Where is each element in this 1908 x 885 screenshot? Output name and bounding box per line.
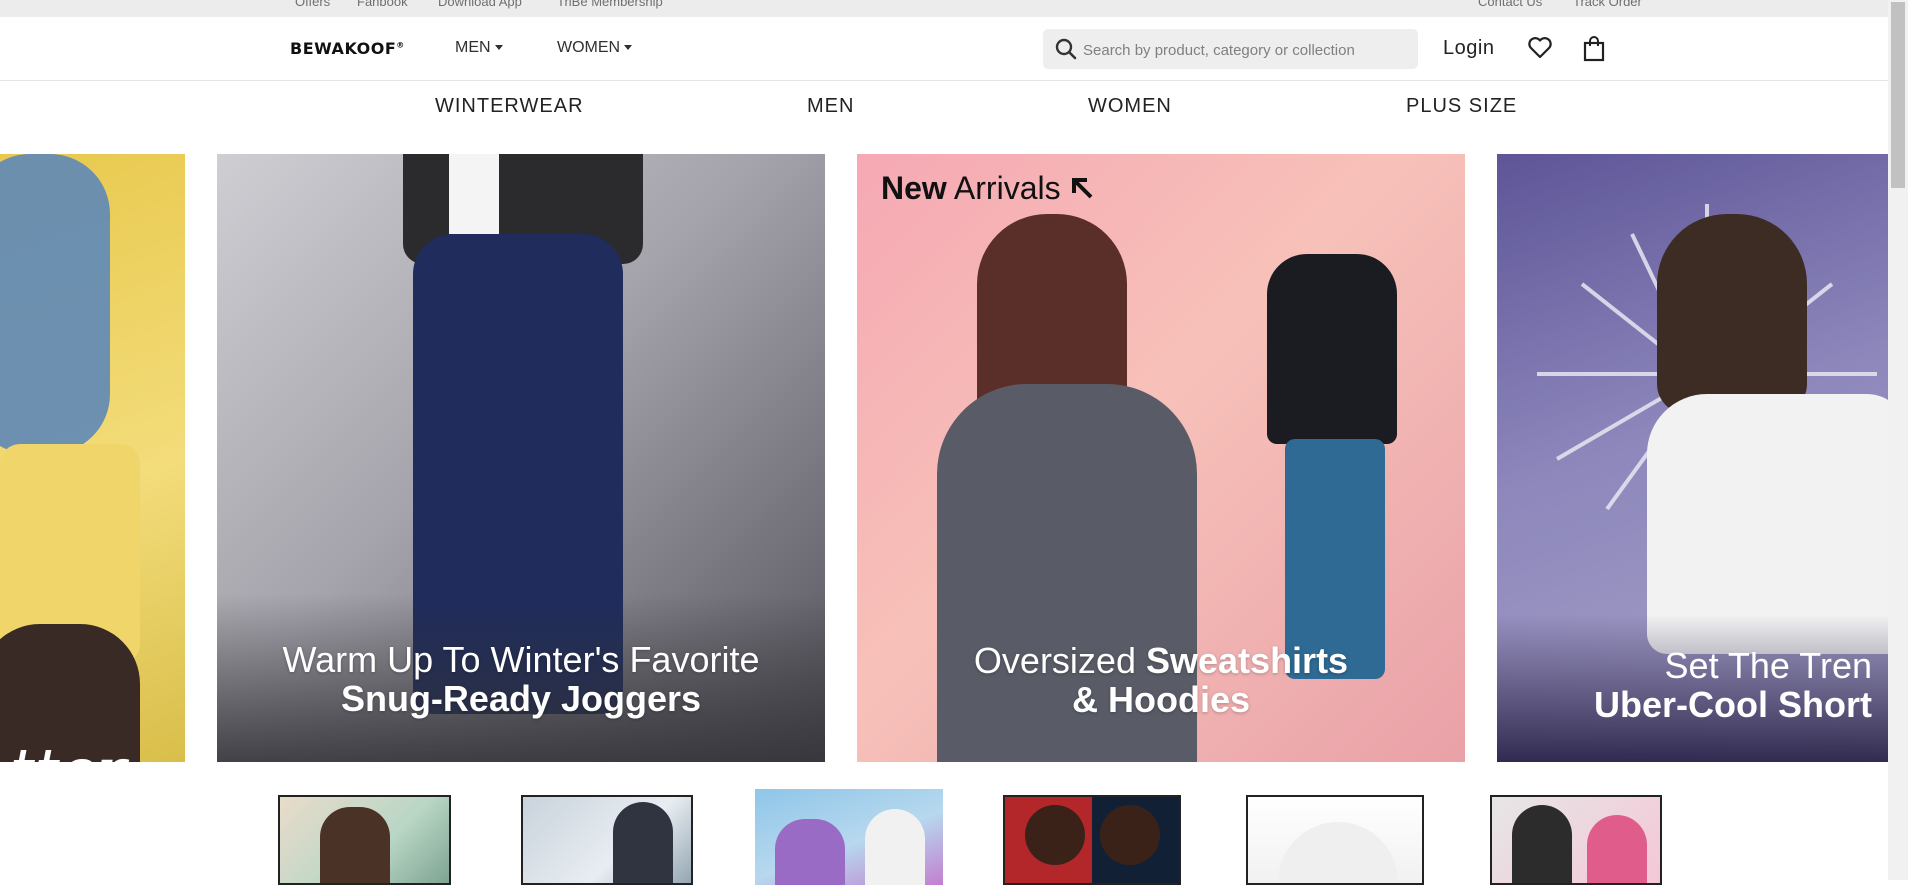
category-winterwear[interactable]: WINTERWEAR (435, 95, 584, 118)
contact-us-link[interactable]: Contact Us (1478, 0, 1542, 9)
banner-caption-line1-plain: Oversized (973, 640, 1136, 681)
thumbnail-image (1512, 805, 1572, 883)
banner-joggers[interactable]: Warm Up To Winter's Favorite Snug-Ready … (217, 154, 825, 762)
banner-caption: Oversized Sweatshirts & Hoodies (857, 641, 1465, 719)
login-button[interactable]: Login (1443, 37, 1494, 60)
search-box (1043, 29, 1418, 71)
banner-caption-line1: Oversized Sweatshirts (857, 641, 1465, 680)
category-thumbnail[interactable] (1490, 795, 1662, 885)
banner-caption-line1-strong: Sweatshirts (1146, 640, 1349, 681)
category-thumbnail[interactable] (521, 795, 693, 885)
banner-caption-script: tter (10, 734, 126, 762)
new-arrivals-tag: New Arrivals (881, 170, 1095, 207)
men-menu-label: MEN (455, 39, 491, 56)
thumbnail-image (1100, 805, 1160, 865)
women-menu-label: WOMEN (557, 39, 621, 56)
new-arrivals-tag-new: New (881, 170, 947, 206)
banner-new-arrivals[interactable]: New Arrivals Oversized Sweatshirts & Hoo… (857, 154, 1465, 762)
download-app-link[interactable]: Download App (438, 0, 522, 9)
thumbnail-image (1278, 822, 1398, 883)
category-thumbnail[interactable] (755, 789, 943, 885)
chevron-down-icon (494, 45, 503, 51)
banner-caption: Warm Up To Winter's Favorite Snug-Ready … (217, 640, 825, 718)
search-input[interactable] (1081, 29, 1415, 71)
banner-model-image (1657, 214, 1807, 414)
thumbnail-image (613, 802, 673, 883)
banner-caption: Set The Tren Uber-Cool Short (1594, 646, 1888, 724)
page-scrollbar[interactable] (1888, 0, 1908, 880)
banner-shorts[interactable]: Set The Tren Uber-Cool Short (1497, 154, 1888, 762)
banner-model-image (449, 154, 499, 234)
category-thumbnail[interactable] (1003, 795, 1181, 885)
banner-caption-line1: Set The Tren (1664, 645, 1872, 686)
banner-caption-line2: Uber-Cool Short (1594, 684, 1872, 725)
category-women[interactable]: WOMEN (1088, 95, 1172, 118)
thumbnail-image (1587, 815, 1647, 883)
top-utility-bar: Offers Fanbook Download App TriBe Member… (0, 0, 1908, 17)
women-menu[interactable]: WOMEN (557, 39, 633, 57)
banner-model-image (1267, 254, 1397, 444)
chevron-down-icon (624, 45, 633, 51)
new-arrivals-tag-arrivals: Arrivals (953, 170, 1061, 206)
shopping-bag-icon[interactable] (1583, 36, 1605, 62)
thumbnail-image (1025, 805, 1085, 865)
fanbook-link[interactable]: Fanbook (357, 0, 408, 9)
banner-caption-line2: & Hoodies (1071, 679, 1250, 720)
thumbnail-image (865, 809, 925, 885)
category-plus-size[interactable]: PLUS SIZE (1406, 95, 1517, 118)
category-bar: WINTERWEAR MEN WOMEN PLUS SIZE (0, 81, 1908, 151)
search-icon[interactable] (1055, 38, 1077, 60)
men-menu[interactable]: MEN (455, 39, 503, 57)
brand-logo[interactable]: BEWAKOOF® (290, 39, 405, 58)
tribe-membership-link[interactable]: TriBe Membership (557, 0, 663, 9)
banner-caption-line2: Snug-Ready Joggers (340, 678, 702, 719)
scrollbar-thumb[interactable] (1891, 2, 1905, 188)
thumbnail-image (320, 807, 390, 883)
track-order-link[interactable]: Track Order (1573, 0, 1642, 9)
banner-partial-left[interactable]: tter OU (0, 154, 185, 762)
site-header: BEWAKOOF® MEN WOMEN Login (0, 17, 1908, 81)
thumbnail-image (775, 819, 845, 885)
category-thumbnail[interactable] (278, 795, 451, 885)
banner-model-image (0, 154, 110, 454)
arrow-up-left-icon (1072, 178, 1093, 199)
banner-caption-line1: Warm Up To Winter's Favorite (282, 639, 760, 680)
offers-link[interactable]: Offers (295, 0, 330, 9)
heart-icon[interactable] (1527, 36, 1553, 60)
category-thumbnail[interactable] (1246, 795, 1424, 885)
category-men[interactable]: MEN (807, 95, 854, 118)
